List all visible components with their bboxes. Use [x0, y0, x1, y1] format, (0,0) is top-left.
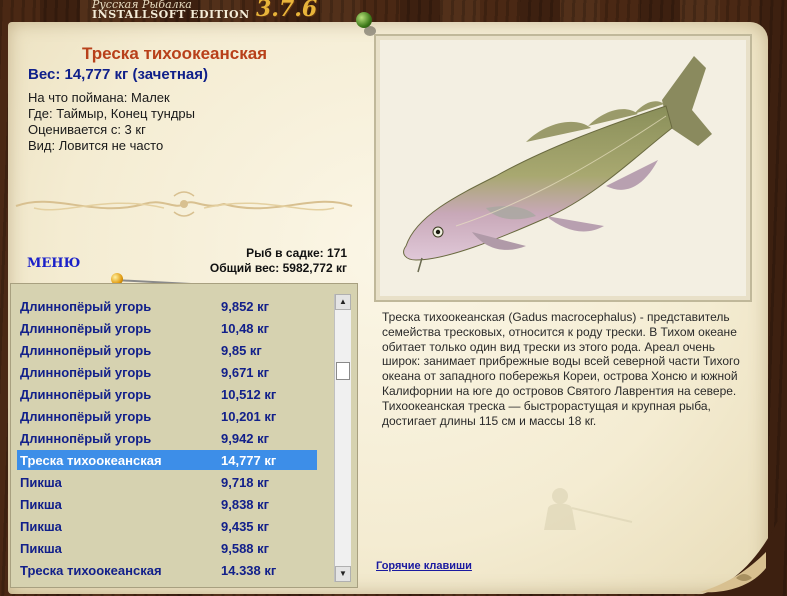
fisherman-silhouette-icon	[544, 488, 633, 530]
page-curl-icon	[696, 512, 782, 596]
hotkeys-link[interactable]: Горячие клавиши	[376, 560, 472, 572]
list-item-weight: 9,85 кг	[221, 343, 262, 358]
frequency-info: Вид: Ловится не часто	[28, 138, 164, 153]
list-item[interactable]: Пикша 9,435 кг	[17, 516, 317, 536]
list-item-weight: 9,718 кг	[221, 475, 270, 490]
list-item-name: Длиннопёрый угорь	[20, 299, 152, 314]
list-item[interactable]: Длиннопёрый угорь 10,201 кг	[17, 406, 317, 426]
list-item-weight: 10,48 кг	[221, 321, 270, 336]
list-item[interactable]: Длиннопёрый угорь 10,48 кг	[17, 318, 317, 338]
list-item[interactable]: Пикша 9,718 кг	[17, 472, 317, 492]
list-item-name: Длиннопёрый угорь	[20, 409, 152, 424]
fish-description: Треска тихоокеанская (Gadus macrocephalu…	[382, 310, 740, 428]
value-info: Оценивается с: 3 кг	[28, 122, 146, 137]
list-item-weight: 10,512 кг	[221, 387, 277, 402]
list-item-weight: 14,777 кг	[221, 453, 277, 468]
list-item-weight: 9,838 кг	[221, 497, 270, 512]
list-item-name: Длиннопёрый угорь	[20, 321, 152, 336]
fish-count: Рыб в садке: 171	[246, 246, 347, 260]
scroll-up-icon[interactable]: ▲	[335, 294, 351, 310]
list-item-weight: 9,852 кг	[221, 299, 270, 314]
list-item[interactable]: Длиннопёрый угорь 10,512 кг	[17, 384, 317, 404]
list-item[interactable]: Длиннопёрый угорь 9,85 кг	[17, 340, 317, 360]
list-item-name: Пикша	[20, 475, 62, 490]
menu-button[interactable]: МЕНЮ	[27, 256, 80, 271]
list-item-weight: 14.338 кг	[221, 563, 277, 578]
app-title: Русская Рыбалка INSTALLSOFT EDITION 3.7.…	[92, 0, 352, 22]
list-item[interactable]: Треска тихоокеанская 14.338 кг	[17, 560, 317, 580]
list-scrollbar[interactable]: ▲ ▼	[334, 294, 351, 582]
list-item[interactable]: Треска тихоокеанская 14,777 кг	[17, 450, 317, 470]
list-item-weight: 9,588 кг	[221, 541, 270, 556]
list-item-weight: 9,435 кг	[221, 519, 270, 534]
list-item-name: Пикша	[20, 497, 62, 512]
list-item[interactable]: Длиннопёрый угорь 9,942 кг	[17, 428, 317, 448]
bait-info: На что поймана: Малек	[28, 90, 170, 105]
scroll-down-icon[interactable]: ▼	[335, 566, 351, 582]
list-item-name: Пикша	[20, 519, 62, 534]
list-item-name: Пикша	[20, 541, 62, 556]
cod-fish-image	[403, 56, 712, 273]
list-item[interactable]: Пикша 9,838 кг	[17, 494, 317, 514]
list-item-name: Длиннопёрый угорь	[20, 431, 152, 446]
list-item-name: Длиннопёрый угорь	[20, 365, 152, 380]
fish-weight: Вес: 14,777 кг (зачетная)	[28, 66, 209, 83]
app-version: 3.7.6	[256, 0, 318, 22]
place-info: Где: Таймыр, Конец тундры	[28, 106, 196, 121]
list-item[interactable]: Пикша 9,588 кг	[17, 538, 317, 558]
list-item-weight: 9,671 кг	[221, 365, 270, 380]
scroll-thumb[interactable]	[336, 362, 350, 380]
total-weight: Общий вес: 5982,772 кг	[209, 261, 347, 275]
list-item-name: Длиннопёрый угорь	[20, 343, 152, 358]
catch-list[interactable]: Длиннопёрый угорь 9,852 кг Длиннопёрый уго…	[10, 283, 358, 588]
list-item[interactable]: Длиннопёрый угорь 9,671 кг	[17, 362, 317, 382]
app-title-edition: INSTALLSOFT EDITION	[92, 8, 250, 21]
catch-stats: Рыб в садке: 171 Общий вес: 5982,772 кг	[210, 246, 347, 276]
list-item-weight: 10,201 кг	[221, 409, 277, 424]
ornament-divider-icon	[15, 191, 353, 217]
pushpin-icon	[356, 12, 372, 28]
list-item-name: Треска тихоокеанская	[20, 453, 162, 468]
list-item-name: Треска тихоокеанская	[20, 563, 162, 578]
list-item[interactable]: Длиннопёрый угорь 9,852 кг	[17, 296, 317, 316]
fish-name: Треска тихоокеанская	[82, 44, 268, 63]
list-item-name: Длиннопёрый угорь	[20, 387, 152, 402]
fish-picture-frame	[374, 34, 752, 302]
list-item-weight: 9,942 кг	[221, 431, 270, 446]
